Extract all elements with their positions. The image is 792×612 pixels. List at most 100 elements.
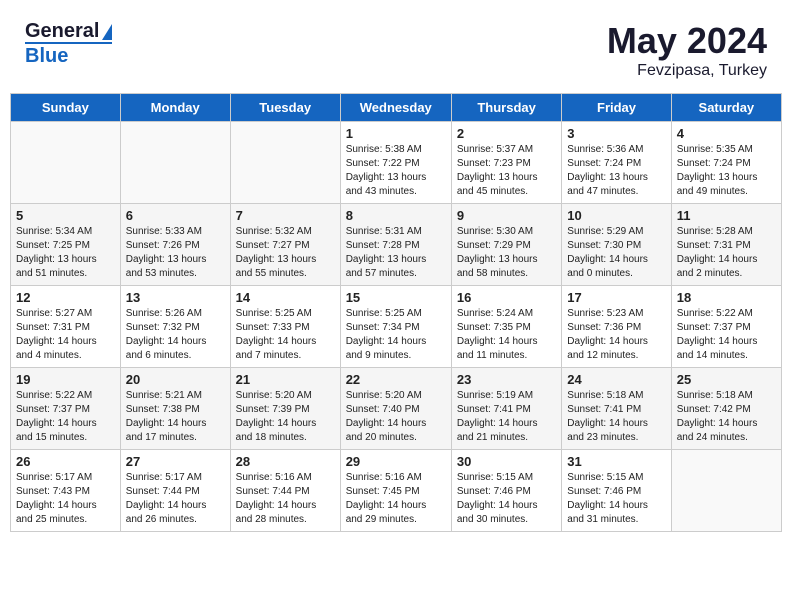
- calendar-body: 1Sunrise: 5:38 AM Sunset: 7:22 PM Daylig…: [11, 122, 782, 532]
- day-number: 29: [346, 454, 446, 469]
- day-number: 6: [126, 208, 225, 223]
- day-info: Sunrise: 5:23 AM Sunset: 7:36 PM Dayligh…: [567, 307, 665, 363]
- day-number: 19: [16, 372, 115, 387]
- logo-text-general: General: [25, 20, 112, 42]
- calendar-cell: 13 Sunrise: 5:26 AM Sunset: 7:32 PM Dayli…: [120, 286, 230, 368]
- calendar-cell: [230, 122, 340, 204]
- calendar-cell: 30 Sunrise: 5:15 AM Sunset: 7:46 PM Dayli…: [451, 450, 561, 532]
- day-info: Sunrise: 5:22 AM Sunset: 7:37 PM Dayligh…: [677, 307, 776, 363]
- page-header: General Blue May 2024 Fevzipasa, Turkey: [10, 10, 782, 85]
- weekday-header-friday: Friday: [562, 94, 671, 122]
- day-number: 23: [457, 372, 556, 387]
- day-info: Sunrise: 5:15 AM Sunset: 7:46 PM Dayligh…: [567, 471, 665, 527]
- calendar-cell: [671, 450, 781, 532]
- calendar-cell: 21Sunrise: 5:20 AM Sunset: 7:39 PM Dayli…: [230, 368, 340, 450]
- calendar-cell: 3 Sunrise: 5:36 AM Sunset: 7:24 PM Daylig…: [562, 122, 671, 204]
- calendar-cell: [11, 122, 121, 204]
- day-number: 13: [126, 290, 225, 305]
- day-info: Sunrise: 5:36 AM Sunset: 7:24 PM Dayligh…: [567, 143, 665, 199]
- day-info: Sunrise: 5:27 AM Sunset: 7:31 PM Dayligh…: [16, 307, 115, 363]
- month-year: May 2024: [607, 20, 767, 62]
- calendar-header-row: SundayMondayTuesdayWednesdayThursdayFrid…: [11, 94, 782, 122]
- calendar-cell: 16 Sunrise: 5:24 AM Sunset: 7:35 PM Dayli…: [451, 286, 561, 368]
- calendar-cell: 5 Sunrise: 5:34 AM Sunset: 7:25 PM Daylig…: [11, 204, 121, 286]
- calendar-cell: 12 Sunrise: 5:27 AM Sunset: 7:31 PM Dayli…: [11, 286, 121, 368]
- calendar-cell: 9Sunrise: 5:30 AM Sunset: 7:29 PM Daylig…: [451, 204, 561, 286]
- calendar-cell: 4 Sunrise: 5:35 AM Sunset: 7:24 PM Daylig…: [671, 122, 781, 204]
- day-number: 17: [567, 290, 665, 305]
- day-number: 27: [126, 454, 225, 469]
- calendar-week-4: 19 Sunrise: 5:22 AM Sunset: 7:37 PM Dayli…: [11, 368, 782, 450]
- day-info: Sunrise: 5:25 AM Sunset: 7:34 PM Dayligh…: [346, 307, 446, 363]
- day-info: Sunrise: 5:21 AM Sunset: 7:38 PM Dayligh…: [126, 389, 225, 445]
- logo: General Blue: [25, 20, 112, 67]
- calendar-cell: 15 Sunrise: 5:25 AM Sunset: 7:34 PM Dayli…: [340, 286, 451, 368]
- day-info: Sunrise: 5:37 AM Sunset: 7:23 PM Dayligh…: [457, 143, 556, 199]
- day-info: Sunrise: 5:15 AM Sunset: 7:46 PM Dayligh…: [457, 471, 556, 527]
- day-info: Sunrise: 5:28 AM Sunset: 7:31 PM Dayligh…: [677, 225, 776, 281]
- month-title: May 2024 Fevzipasa, Turkey: [607, 20, 767, 80]
- calendar-cell: 31 Sunrise: 5:15 AM Sunset: 7:46 PM Dayli…: [562, 450, 671, 532]
- day-number: 10: [567, 208, 665, 223]
- calendar-table: SundayMondayTuesdayWednesdayThursdayFrid…: [10, 93, 782, 532]
- weekday-header-sunday: Sunday: [11, 94, 121, 122]
- calendar-cell: 8Sunrise: 5:31 AM Sunset: 7:28 PM Daylig…: [340, 204, 451, 286]
- calendar-cell: 27Sunrise: 5:17 AM Sunset: 7:44 PM Dayli…: [120, 450, 230, 532]
- calendar-cell: 20Sunrise: 5:21 AM Sunset: 7:38 PM Dayli…: [120, 368, 230, 450]
- calendar-cell: 1Sunrise: 5:38 AM Sunset: 7:22 PM Daylig…: [340, 122, 451, 204]
- day-info: Sunrise: 5:34 AM Sunset: 7:25 PM Dayligh…: [16, 225, 115, 281]
- calendar-cell: [120, 122, 230, 204]
- day-info: Sunrise: 5:29 AM Sunset: 7:30 PM Dayligh…: [567, 225, 665, 281]
- day-info: Sunrise: 5:19 AM Sunset: 7:41 PM Dayligh…: [457, 389, 556, 445]
- calendar-cell: 18Sunrise: 5:22 AM Sunset: 7:37 PM Dayli…: [671, 286, 781, 368]
- calendar-cell: 28 Sunrise: 5:16 AM Sunset: 7:44 PM Dayli…: [230, 450, 340, 532]
- day-info: Sunrise: 5:22 AM Sunset: 7:37 PM Dayligh…: [16, 389, 115, 445]
- day-number: 12: [16, 290, 115, 305]
- calendar-cell: 17 Sunrise: 5:23 AM Sunset: 7:36 PM Dayli…: [562, 286, 671, 368]
- calendar-cell: 6 Sunrise: 5:33 AM Sunset: 7:26 PM Daylig…: [120, 204, 230, 286]
- calendar-week-5: 26Sunrise: 5:17 AM Sunset: 7:43 PM Dayli…: [11, 450, 782, 532]
- weekday-header-thursday: Thursday: [451, 94, 561, 122]
- day-info: Sunrise: 5:16 AM Sunset: 7:44 PM Dayligh…: [236, 471, 335, 527]
- day-info: Sunrise: 5:30 AM Sunset: 7:29 PM Dayligh…: [457, 225, 556, 281]
- day-info: Sunrise: 5:31 AM Sunset: 7:28 PM Dayligh…: [346, 225, 446, 281]
- day-info: Sunrise: 5:35 AM Sunset: 7:24 PM Dayligh…: [677, 143, 776, 199]
- day-number: 21: [236, 372, 335, 387]
- day-info: Sunrise: 5:16 AM Sunset: 7:45 PM Dayligh…: [346, 471, 446, 527]
- calendar-cell: 26Sunrise: 5:17 AM Sunset: 7:43 PM Dayli…: [11, 450, 121, 532]
- day-number: 30: [457, 454, 556, 469]
- day-info: Sunrise: 5:25 AM Sunset: 7:33 PM Dayligh…: [236, 307, 335, 363]
- day-info: Sunrise: 5:26 AM Sunset: 7:32 PM Dayligh…: [126, 307, 225, 363]
- day-number: 25: [677, 372, 776, 387]
- day-number: 15: [346, 290, 446, 305]
- day-number: 11: [677, 208, 776, 223]
- day-number: 14: [236, 290, 335, 305]
- day-number: 1: [346, 126, 446, 141]
- calendar-cell: 23 Sunrise: 5:19 AM Sunset: 7:41 PM Dayli…: [451, 368, 561, 450]
- location: Fevzipasa, Turkey: [607, 62, 767, 80]
- calendar-cell: 14 Sunrise: 5:25 AM Sunset: 7:33 PM Dayli…: [230, 286, 340, 368]
- day-info: Sunrise: 5:20 AM Sunset: 7:40 PM Dayligh…: [346, 389, 446, 445]
- calendar-cell: 2Sunrise: 5:37 AM Sunset: 7:23 PM Daylig…: [451, 122, 561, 204]
- day-number: 5: [16, 208, 115, 223]
- day-number: 4: [677, 126, 776, 141]
- calendar-cell: 24 Sunrise: 5:18 AM Sunset: 7:41 PM Dayli…: [562, 368, 671, 450]
- day-info: Sunrise: 5:24 AM Sunset: 7:35 PM Dayligh…: [457, 307, 556, 363]
- day-number: 31: [567, 454, 665, 469]
- calendar-cell: 11 Sunrise: 5:28 AM Sunset: 7:31 PM Dayli…: [671, 204, 781, 286]
- day-number: 28: [236, 454, 335, 469]
- day-number: 24: [567, 372, 665, 387]
- weekday-header-saturday: Saturday: [671, 94, 781, 122]
- weekday-header-tuesday: Tuesday: [230, 94, 340, 122]
- calendar-cell: 7Sunrise: 5:32 AM Sunset: 7:27 PM Daylig…: [230, 204, 340, 286]
- day-number: 3: [567, 126, 665, 141]
- calendar-week-3: 12 Sunrise: 5:27 AM Sunset: 7:31 PM Dayli…: [11, 286, 782, 368]
- calendar-week-1: 1Sunrise: 5:38 AM Sunset: 7:22 PM Daylig…: [11, 122, 782, 204]
- day-info: Sunrise: 5:33 AM Sunset: 7:26 PM Dayligh…: [126, 225, 225, 281]
- calendar-cell: 29 Sunrise: 5:16 AM Sunset: 7:45 PM Dayli…: [340, 450, 451, 532]
- calendar-week-2: 5 Sunrise: 5:34 AM Sunset: 7:25 PM Daylig…: [11, 204, 782, 286]
- logo-text-blue: Blue: [25, 42, 112, 67]
- day-number: 16: [457, 290, 556, 305]
- calendar-cell: 25Sunrise: 5:18 AM Sunset: 7:42 PM Dayli…: [671, 368, 781, 450]
- day-info: Sunrise: 5:18 AM Sunset: 7:41 PM Dayligh…: [567, 389, 665, 445]
